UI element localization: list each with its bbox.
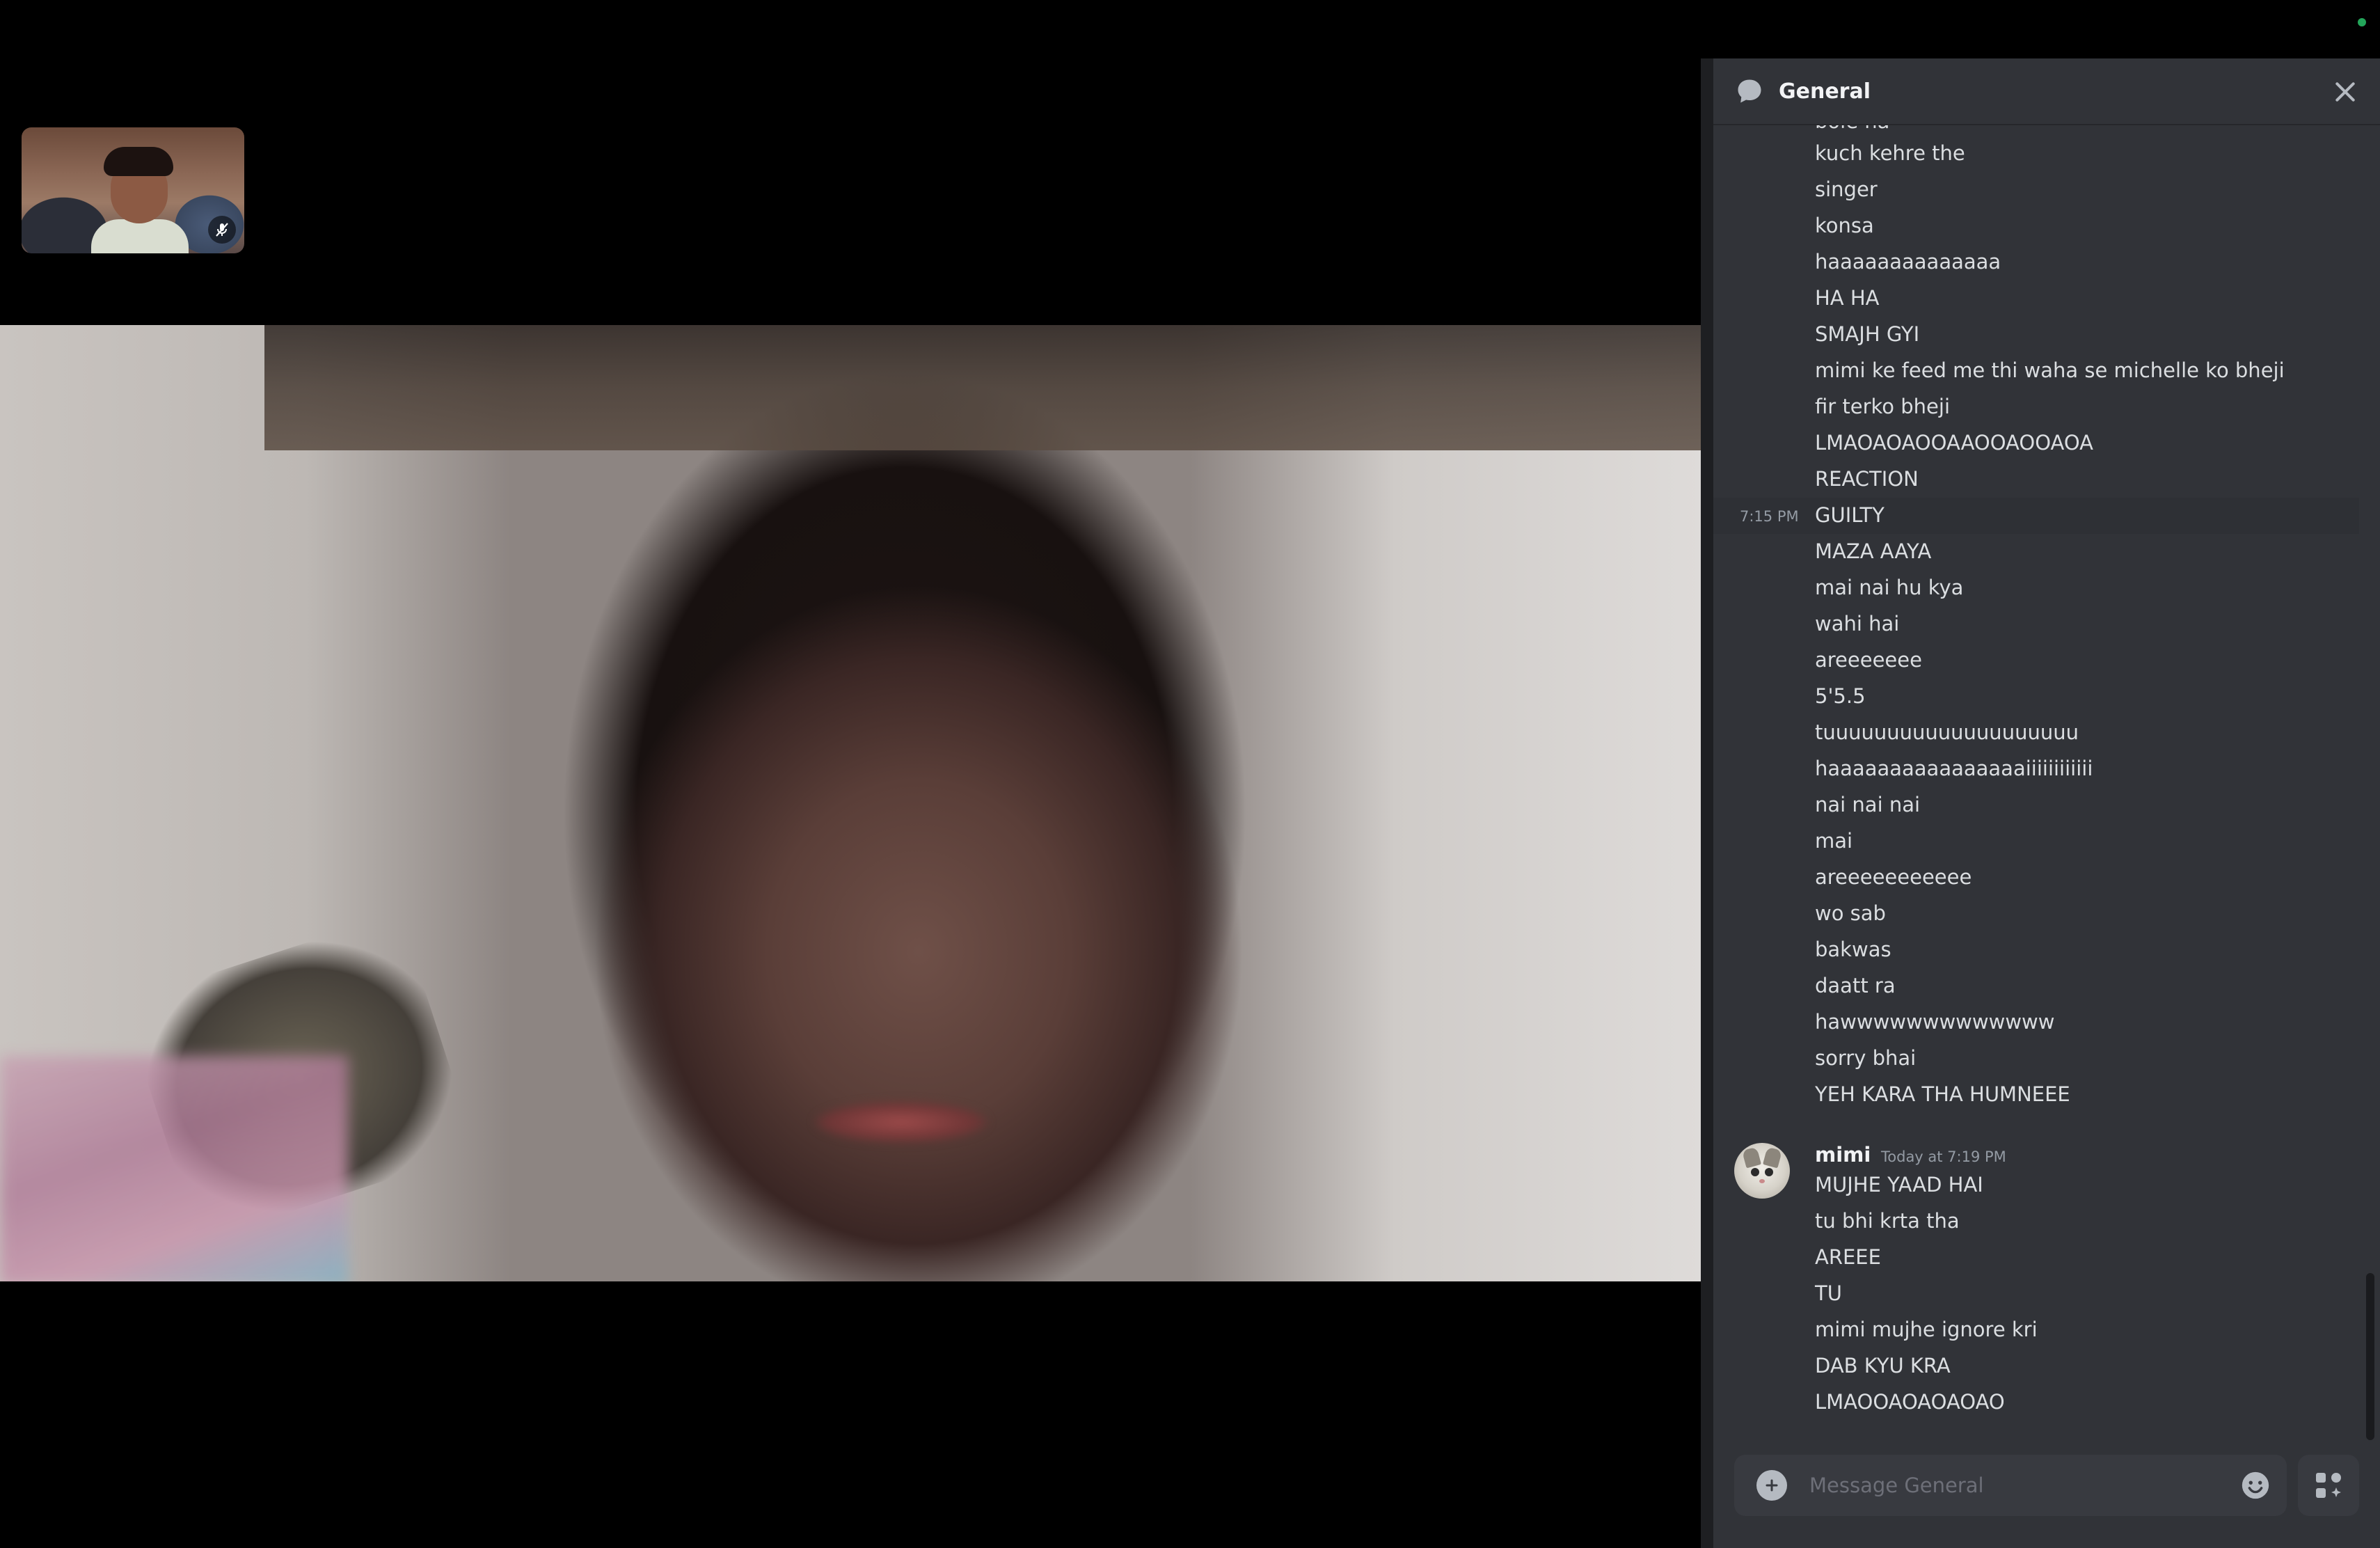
- message-line: hawwwwwwwwwwwww: [1815, 1010, 2055, 1034]
- message-list[interactable]: bole na kuch kehre the singer konsa haaa…: [1713, 125, 2380, 1476]
- message-line: GUILTY: [1815, 503, 1885, 527]
- avatar-detail: [1742, 1146, 1761, 1169]
- message-line: AREEE: [1815, 1245, 1881, 1269]
- message-line: wahi hai: [1815, 612, 1900, 635]
- main-video-feed[interactable]: [0, 325, 1701, 1281]
- avatar-detail: [1751, 1168, 1759, 1176]
- message-row-hovered[interactable]: [1713, 498, 2359, 534]
- message-timestamp: Today at 7:19 PM: [1881, 1148, 2006, 1165]
- message-line: LMAOOAOAOAOAO: [1815, 1390, 2005, 1414]
- background-frame: [264, 325, 1701, 450]
- message-input[interactable]: [1808, 1473, 2239, 1498]
- message-line: singer: [1815, 177, 1878, 201]
- message-line: mai: [1815, 829, 1853, 853]
- chat-bubble-icon: [1738, 79, 1761, 103]
- background-blanket: [0, 1056, 348, 1281]
- message-line: kuch kehre the: [1815, 141, 1965, 165]
- message-username[interactable]: mimi: [1815, 1143, 1871, 1167]
- avatar-detail: [1765, 1168, 1773, 1176]
- apps-icon: [2316, 1473, 2341, 1498]
- avatar-detail: [1759, 1179, 1765, 1183]
- message-line: 5'5.5: [1815, 684, 1866, 708]
- message-line: sorry bhai: [1815, 1046, 1917, 1070]
- message-line: HA HA: [1815, 286, 1880, 310]
- message-line: mimi mujhe ignore kri: [1815, 1318, 2038, 1341]
- message-line: bole na: [1815, 125, 1889, 135]
- avatar[interactable]: [1734, 1143, 1790, 1199]
- chat-panel: General bole na kuch kehre the singer ko…: [1701, 58, 2380, 1548]
- message-line: konsa: [1815, 214, 1874, 237]
- avatar-detail: [1763, 1146, 1782, 1169]
- message-line: haaaaaaaaaaaaaaaaiiiiiiiiiiii: [1815, 757, 2093, 780]
- message-line: mimi ke feed me thi waha se michelle ko …: [1815, 358, 2285, 382]
- close-icon[interactable]: [2331, 78, 2359, 106]
- message-line: DAB KYU KRA: [1815, 1354, 1951, 1377]
- plus-icon[interactable]: [1756, 1470, 1787, 1501]
- online-status-dot: [2358, 18, 2366, 26]
- message-line: tu bhi krta tha: [1815, 1209, 1960, 1233]
- participant-figure: [91, 219, 189, 253]
- emoji-icon[interactable]: [2239, 1469, 2271, 1501]
- message-line: TU: [1815, 1281, 1842, 1305]
- apps-button[interactable]: [2298, 1455, 2359, 1516]
- message-line: daatt ra: [1815, 974, 1896, 997]
- message-line: haaaaaaaaaaaaaa: [1815, 250, 2001, 274]
- message-line: mai nai hu kya: [1815, 576, 1964, 599]
- message-composer: [1734, 1455, 2287, 1516]
- message-line: YEH KARA THA HUMNEEE: [1815, 1082, 2070, 1106]
- message-line: areeeeeee: [1815, 648, 1922, 672]
- message-timestamp: 7:15 PM: [1740, 508, 1799, 525]
- message-line: bakwas: [1815, 938, 1891, 961]
- message-line: SMAJH GYI: [1815, 322, 1920, 346]
- self-video-tile[interactable]: [22, 127, 244, 253]
- message-line: wo sab: [1815, 901, 1886, 925]
- mic-muted-icon: [208, 216, 236, 244]
- face-detail: [814, 1101, 988, 1143]
- channel-title: General: [1779, 79, 1871, 104]
- message-line: nai nai nai: [1815, 793, 1921, 816]
- participant-hair: [104, 147, 173, 176]
- message-line: MUJHE YAAD HAI: [1815, 1173, 1983, 1196]
- chat-header: General: [1713, 58, 2380, 125]
- message-line: LMAOAOAOOAAOOAOOAOA: [1815, 431, 2094, 455]
- message-line: MAZA AAYA: [1815, 539, 1932, 563]
- message-line: fir terko bheji: [1815, 395, 1951, 418]
- message-line: areeeeeeeeeee: [1815, 865, 1972, 889]
- scrollbar[interactable]: [2366, 1273, 2374, 1440]
- message-line: tuuuuuuuuuuuuuuuuuuuu: [1815, 720, 2079, 744]
- message-line: REACTION: [1815, 467, 1919, 491]
